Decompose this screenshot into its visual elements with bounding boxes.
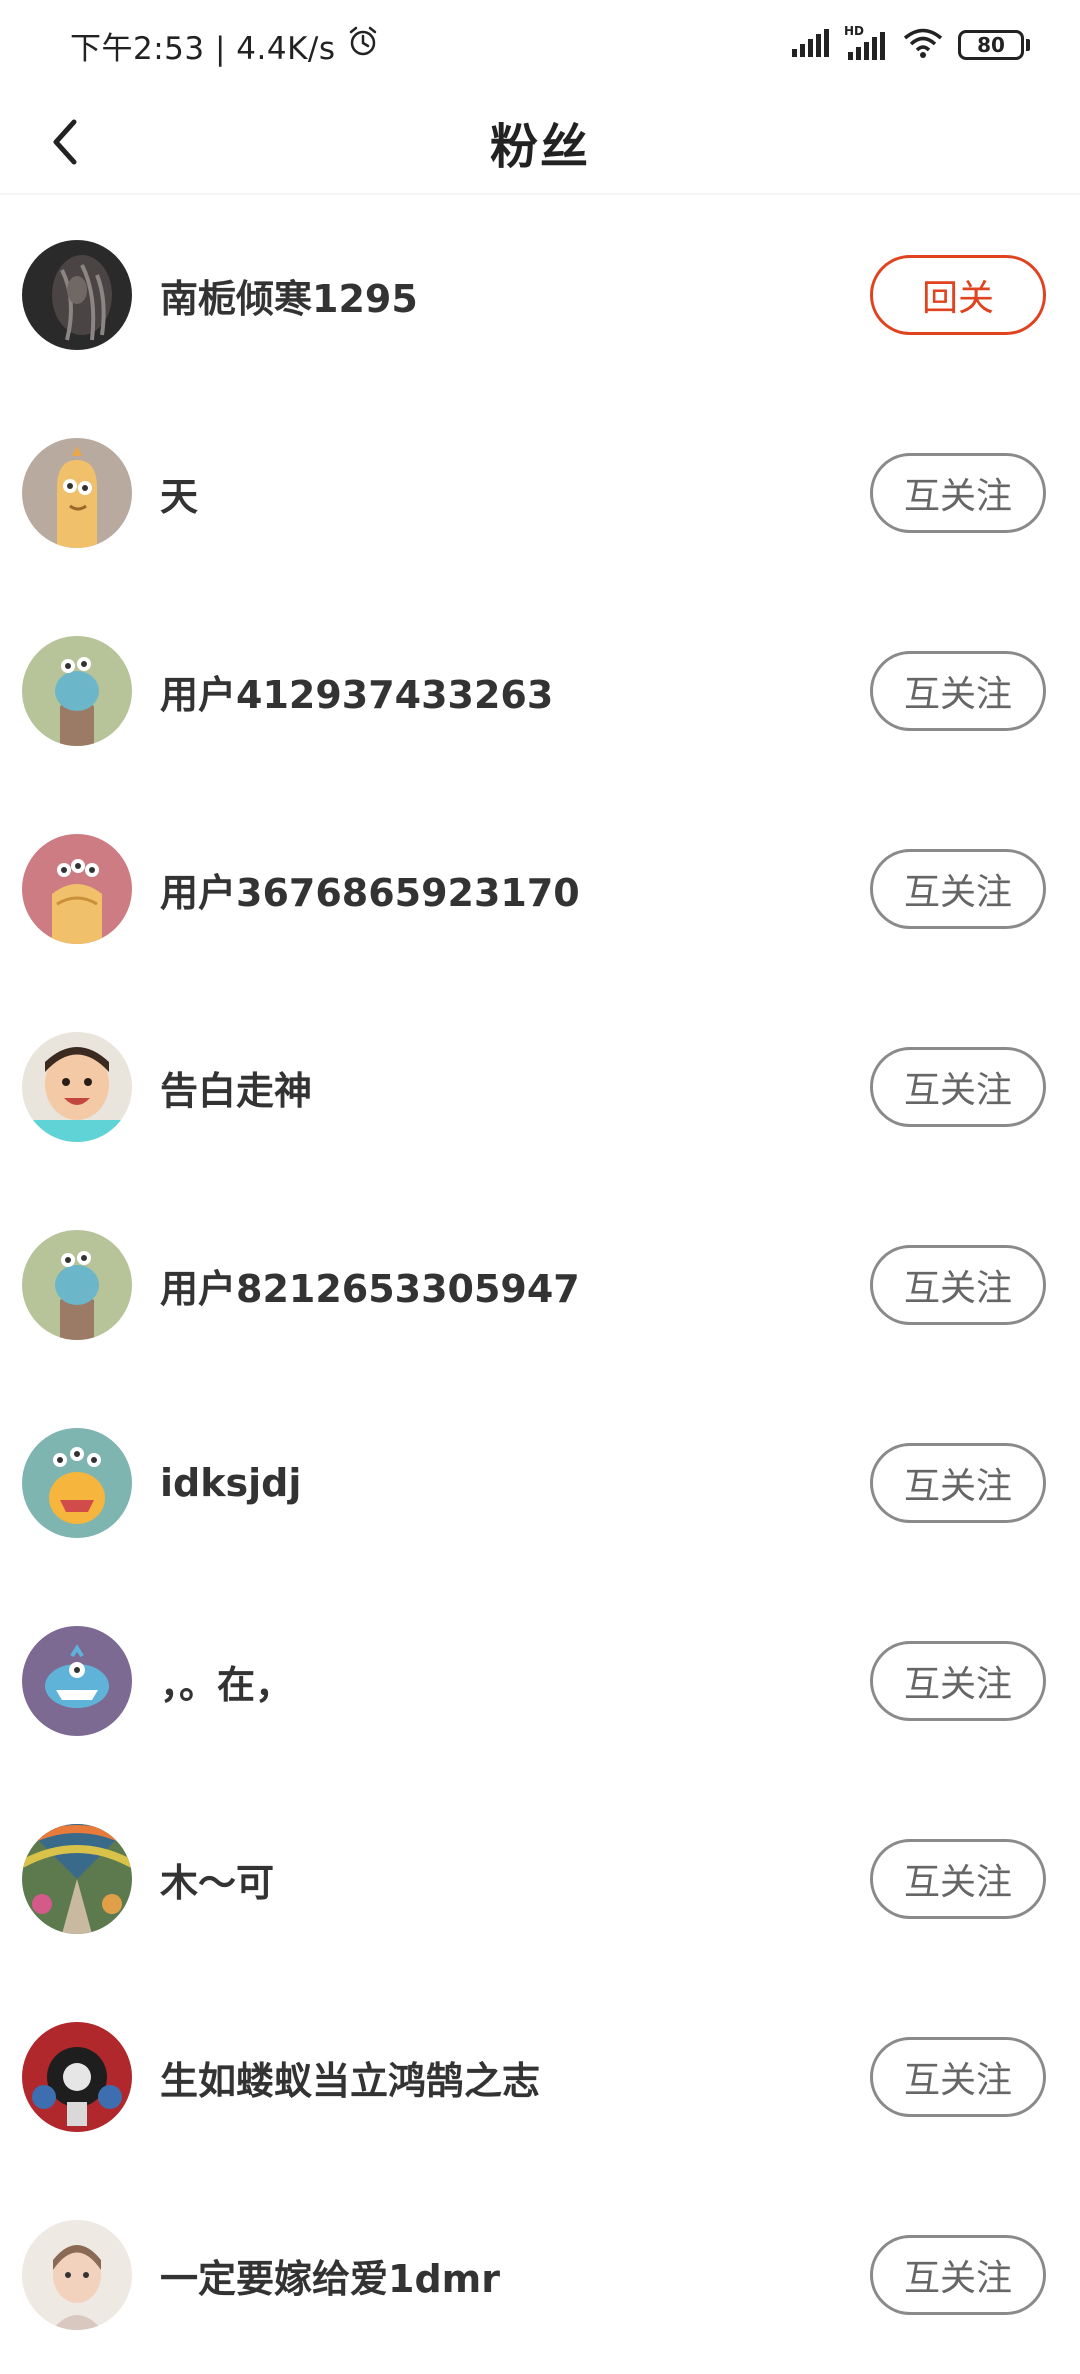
chevron-left-icon	[53, 119, 77, 165]
battery-tip	[1026, 39, 1030, 51]
signal-icon	[790, 27, 830, 63]
status-bar: 下午2:53 | 4.4K/s HD 80	[0, 0, 1080, 90]
fan-name: 用户3676865923170	[160, 870, 580, 915]
fan-row[interactable]: 用户412937433263 互关注	[0, 592, 1080, 790]
mutual-follow-button[interactable]: 互关注	[870, 1839, 1046, 1919]
fan-row[interactable]: idksjdj 互关注	[0, 1384, 1080, 1582]
mutual-follow-button[interactable]: 互关注	[870, 453, 1046, 533]
status-right: HD 80	[790, 24, 1030, 63]
fan-name: 用户412937433263	[160, 672, 554, 717]
mutual-follow-button[interactable]: 互关注	[870, 1245, 1046, 1325]
header-bar: 粉丝	[0, 90, 1080, 195]
avatar[interactable]	[22, 1428, 132, 1538]
fan-name: 天	[160, 474, 199, 519]
mutual-follow-button[interactable]: 互关注	[870, 1641, 1046, 1721]
fan-row[interactable]: 天 互关注	[0, 394, 1080, 592]
fan-row[interactable]: 用户3676865923170 互关注	[0, 790, 1080, 988]
avatar[interactable]	[22, 636, 132, 746]
mutual-follow-button[interactable]: 互关注	[870, 1443, 1046, 1523]
mutual-follow-button[interactable]: 互关注	[870, 1047, 1046, 1127]
fan-row[interactable]: 木〜可 互关注	[0, 1780, 1080, 1978]
alarm-icon	[346, 24, 380, 66]
battery-level: 80	[958, 30, 1024, 60]
fans-list: 南栀倾寒1295 回关 天 互关注 用户412937433263 互关注 用户3…	[0, 196, 1080, 2374]
status-time-speed: 下午2:53 | 4.4K/s	[70, 30, 336, 67]
fan-name: idksjdj	[160, 1461, 302, 1505]
avatar[interactable]	[22, 2022, 132, 2132]
avatar[interactable]	[22, 1824, 132, 1934]
fan-row[interactable]: 一定要嫁给爱1dmr 互关注	[0, 2176, 1080, 2374]
mutual-follow-button[interactable]: 互关注	[870, 849, 1046, 929]
avatar[interactable]	[22, 1032, 132, 1142]
fan-name: ，。在，	[160, 1662, 294, 1707]
follow-back-button[interactable]: 回关	[870, 255, 1046, 335]
avatar[interactable]	[22, 1230, 132, 1340]
fan-row[interactable]: ，。在， 互关注	[0, 1582, 1080, 1780]
fan-row[interactable]: 用户8212653305947 互关注	[0, 1186, 1080, 1384]
fan-name: 生如蝼蚁当立鸿鹄之志	[160, 2058, 541, 2103]
fan-name: 南栀倾寒1295	[160, 276, 418, 321]
avatar[interactable]	[22, 240, 132, 350]
page-title: 粉丝	[489, 118, 590, 175]
mutual-follow-button[interactable]: 互关注	[870, 2235, 1046, 2315]
avatar[interactable]	[22, 834, 132, 944]
avatar[interactable]	[22, 438, 132, 548]
fan-row[interactable]: 南栀倾寒1295 回关	[0, 196, 1080, 394]
back-button[interactable]	[36, 112, 96, 172]
wifi-icon	[902, 27, 944, 63]
fan-name: 告白走神	[160, 1068, 313, 1113]
status-left: 下午2:53 | 4.4K/s	[70, 23, 380, 68]
fan-name: 木〜可	[160, 1860, 275, 1905]
mutual-follow-button[interactable]: 互关注	[870, 2037, 1046, 2117]
avatar[interactable]	[22, 2220, 132, 2330]
avatar[interactable]	[22, 1626, 132, 1736]
fan-name: 一定要嫁给爱1dmr	[160, 2256, 500, 2301]
hd-signal-icon: HD	[844, 24, 888, 62]
fan-row[interactable]: 告白走神 互关注	[0, 988, 1080, 1186]
fan-name: 用户8212653305947	[160, 1266, 580, 1311]
battery-icon: 80	[958, 30, 1030, 60]
mutual-follow-button[interactable]: 互关注	[870, 651, 1046, 731]
fan-row[interactable]: 生如蝼蚁当立鸿鹄之志 互关注	[0, 1978, 1080, 2176]
